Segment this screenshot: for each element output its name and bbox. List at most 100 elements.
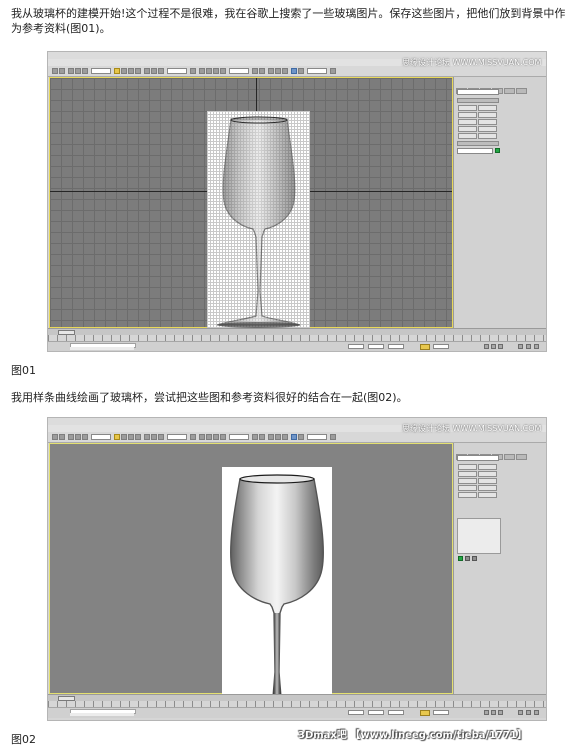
angle-snap-icon[interactable] — [206, 434, 212, 440]
curve-editor-icon[interactable] — [275, 68, 281, 74]
coord-y-field[interactable] — [368, 710, 384, 715]
align-icon[interactable] — [259, 434, 265, 440]
modifier-button[interactable] — [478, 471, 497, 477]
undo-icon[interactable] — [52, 68, 58, 74]
modifier-stack-list[interactable] — [457, 518, 501, 554]
spinner-snap-icon[interactable] — [220, 68, 226, 74]
pan-icon[interactable] — [526, 344, 531, 349]
coord-z-field[interactable] — [388, 710, 404, 715]
modifier-button[interactable] — [458, 478, 477, 484]
pivot-icon[interactable] — [190, 434, 196, 440]
named-selection-dropdown[interactable] — [229, 68, 249, 74]
select-by-name-icon[interactable] — [121, 434, 127, 440]
region-select-icon[interactable] — [128, 68, 134, 74]
key-filter-dropdown[interactable] — [433, 344, 449, 349]
modifier-button[interactable] — [478, 464, 497, 470]
zoom-icon[interactable] — [518, 344, 523, 349]
utilities-tab-icon[interactable] — [516, 454, 527, 460]
key-filter-dropdown[interactable] — [433, 710, 449, 715]
coord-x-field[interactable] — [348, 710, 364, 715]
move-icon[interactable] — [144, 434, 150, 440]
select-icon[interactable] — [114, 434, 120, 440]
layer-icon[interactable] — [268, 434, 274, 440]
material-editor-icon[interactable] — [291, 434, 297, 440]
named-selection-dropdown[interactable] — [229, 434, 249, 440]
undo-icon[interactable] — [52, 434, 58, 440]
cone-button[interactable] — [478, 105, 497, 111]
link-icon[interactable] — [68, 434, 74, 440]
mirror-icon[interactable] — [252, 434, 258, 440]
viewport-front[interactable] — [49, 443, 453, 712]
snap-icon[interactable] — [199, 68, 205, 74]
object-type-rollout[interactable] — [457, 98, 499, 103]
modifier-list-dropdown[interactable] — [457, 455, 499, 461]
primitive-type-dropdown[interactable] — [457, 89, 499, 95]
tube-button[interactable] — [478, 119, 497, 125]
render-setup-icon[interactable] — [298, 68, 304, 74]
schematic-icon[interactable] — [282, 68, 288, 74]
window-crossing-icon[interactable] — [135, 68, 141, 74]
modifier-button[interactable] — [458, 464, 477, 470]
pivot-icon[interactable] — [190, 68, 196, 74]
viewport-front[interactable] — [49, 77, 453, 336]
prev-frame-icon[interactable] — [484, 710, 489, 715]
schematic-icon[interactable] — [282, 434, 288, 440]
window-crossing-icon[interactable] — [135, 434, 141, 440]
select-icon[interactable] — [114, 68, 120, 74]
bind-icon[interactable] — [82, 68, 88, 74]
selection-filter-dropdown[interactable] — [91, 68, 111, 74]
coord-x-field[interactable] — [348, 344, 364, 349]
move-icon[interactable] — [144, 68, 150, 74]
auto-key-button[interactable] — [420, 710, 430, 716]
teapot-button[interactable] — [458, 133, 477, 139]
name-and-color-rollout[interactable] — [457, 141, 499, 146]
modifier-button[interactable] — [458, 471, 477, 477]
rotate-icon[interactable] — [151, 434, 157, 440]
zoom-icon[interactable] — [518, 710, 523, 715]
modifier-button[interactable] — [478, 485, 497, 491]
redo-icon[interactable] — [59, 68, 65, 74]
sphere-button[interactable] — [458, 112, 477, 118]
unlink-icon[interactable] — [75, 68, 81, 74]
modifier-button[interactable] — [478, 492, 497, 498]
modifier-button[interactable] — [458, 485, 477, 491]
angle-snap-icon[interactable] — [206, 68, 212, 74]
plane-button[interactable] — [478, 133, 497, 139]
layer-icon[interactable] — [268, 68, 274, 74]
rotate-icon[interactable] — [151, 68, 157, 74]
box-button[interactable] — [458, 105, 477, 111]
object-color-swatch[interactable] — [495, 148, 500, 153]
render-setup-icon[interactable] — [298, 434, 304, 440]
geosphere-button[interactable] — [478, 112, 497, 118]
coord-z-field[interactable] — [388, 344, 404, 349]
scale-icon[interactable] — [158, 68, 164, 74]
orbit-icon[interactable] — [534, 710, 539, 715]
snap-icon[interactable] — [199, 434, 205, 440]
region-select-icon[interactable] — [128, 434, 134, 440]
redo-icon[interactable] — [59, 434, 65, 440]
stack-tool-icon[interactable] — [472, 556, 477, 561]
coord-y-field[interactable] — [368, 344, 384, 349]
pyramid-button[interactable] — [478, 126, 497, 132]
object-name-field[interactable] — [457, 148, 493, 154]
select-by-name-icon[interactable] — [121, 68, 127, 74]
link-icon[interactable] — [68, 68, 74, 74]
reference-coordinate-dropdown[interactable] — [167, 68, 187, 74]
pan-icon[interactable] — [526, 710, 531, 715]
next-frame-icon[interactable] — [498, 344, 503, 349]
bind-icon[interactable] — [82, 434, 88, 440]
align-icon[interactable] — [259, 68, 265, 74]
stack-tool-icon[interactable] — [465, 556, 470, 561]
percent-snap-icon[interactable] — [213, 68, 219, 74]
display-tab-icon[interactable] — [504, 88, 515, 94]
cylinder-button[interactable] — [458, 119, 477, 125]
play-icon[interactable] — [491, 710, 496, 715]
utilities-tab-icon[interactable] — [516, 88, 527, 94]
render-icon[interactable] — [330, 68, 336, 74]
prev-frame-icon[interactable] — [484, 344, 489, 349]
modifier-button[interactable] — [458, 492, 477, 498]
play-icon[interactable] — [491, 344, 496, 349]
display-tab-icon[interactable] — [504, 454, 515, 460]
scale-icon[interactable] — [158, 434, 164, 440]
torus-button[interactable] — [458, 126, 477, 132]
